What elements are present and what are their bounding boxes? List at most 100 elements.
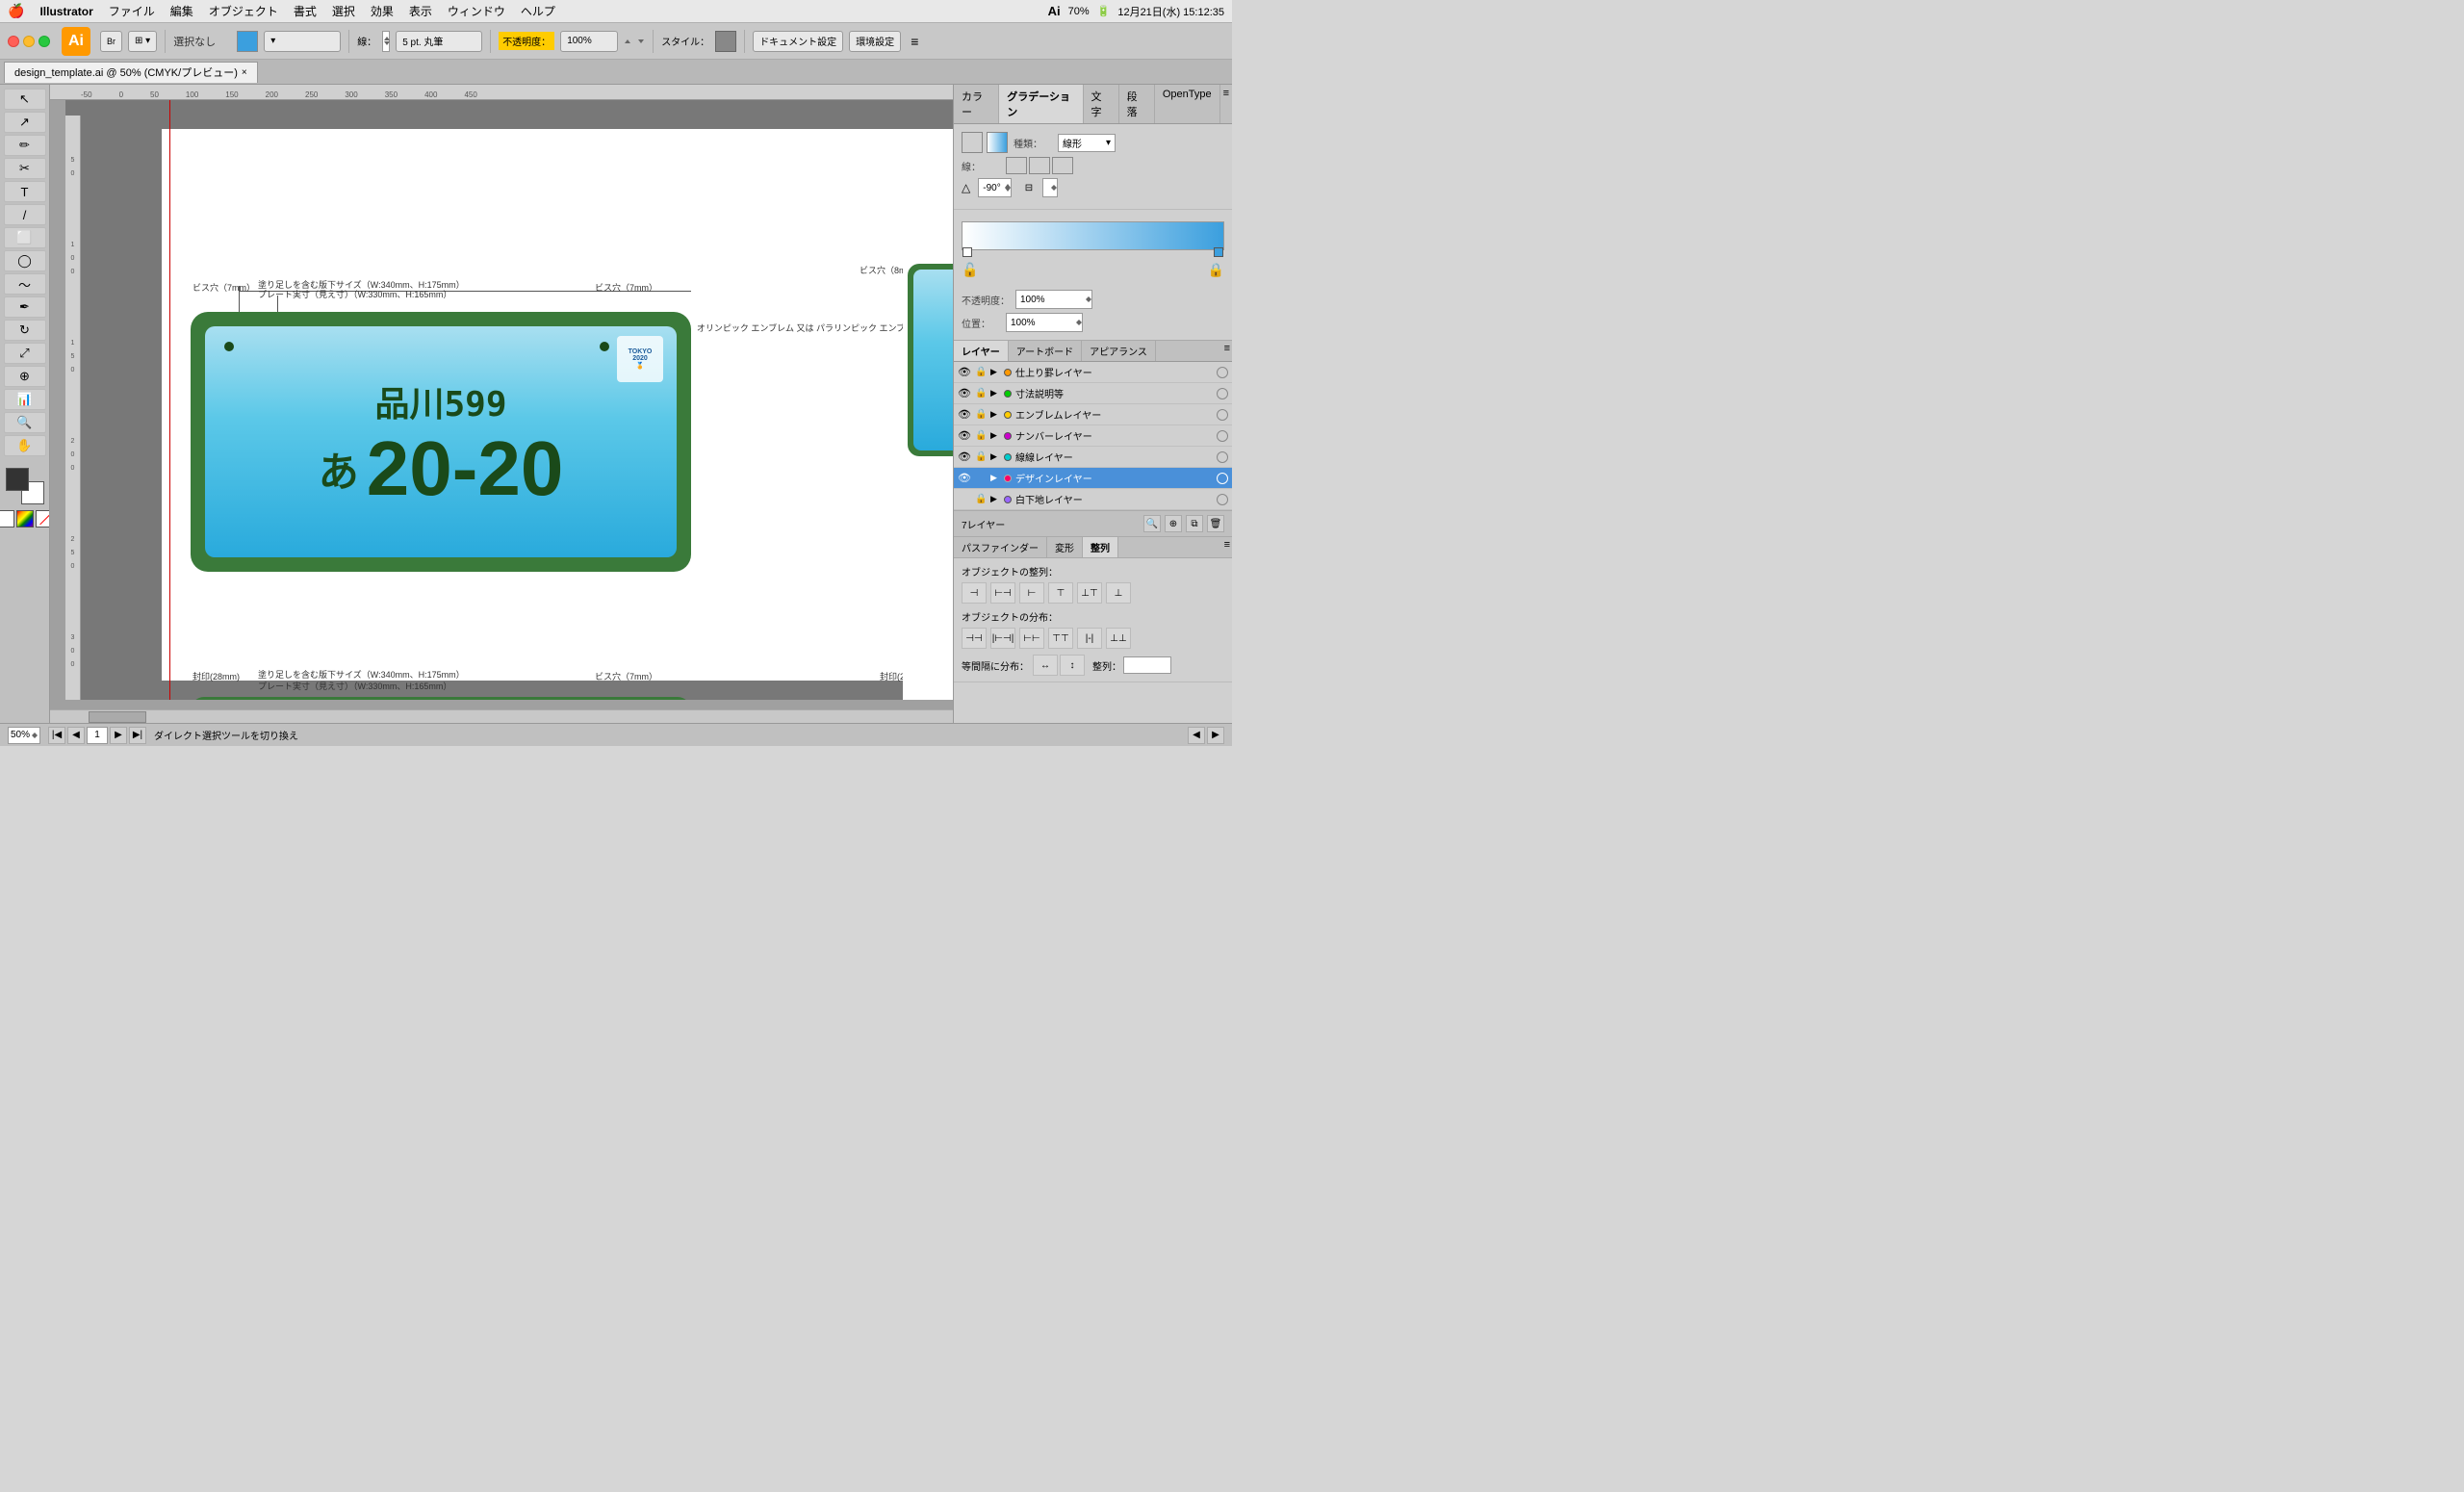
layer-vis-5[interactable]: 👁: [958, 472, 971, 485]
gradient-type-icon1[interactable]: [962, 132, 983, 153]
type-tool[interactable]: T: [4, 181, 46, 202]
gradient-type-select[interactable]: 線形 ▾: [1058, 134, 1116, 152]
document-tab[interactable]: design_template.ai @ 50% (CMYK/プレビュー) ×: [4, 62, 258, 83]
layer-item-2[interactable]: 👁 🔒 ▶ エンブレムレイヤー: [954, 404, 1232, 425]
tab-gradient[interactable]: グラデーション: [999, 85, 1083, 123]
stroke-style-btn[interactable]: 5 pt. 丸筆: [396, 31, 482, 52]
layers-tab-appearance[interactable]: アピアランス: [1082, 341, 1156, 361]
first-page-btn[interactable]: |◀: [48, 727, 65, 744]
layer-target-6[interactable]: [1217, 494, 1228, 505]
layer-lock-2[interactable]: 🔒: [975, 409, 987, 420]
dist-left-btn[interactable]: ⊣⊣: [962, 628, 987, 649]
workspace-button[interactable]: ⊞ ▾: [128, 31, 157, 52]
dist-top-btn[interactable]: ⊤⊤: [1048, 628, 1073, 649]
opacity-down[interactable]: [638, 39, 644, 43]
tab-close-btn[interactable]: ×: [242, 67, 247, 78]
align-center-h-btn[interactable]: ⊢⊣: [990, 582, 1015, 604]
menu-file[interactable]: ファイル: [109, 3, 155, 19]
align-tab[interactable]: 整列: [1083, 537, 1118, 557]
layer-expand-3[interactable]: ▶: [990, 430, 1000, 441]
settings-icon[interactable]: ≡: [911, 34, 918, 49]
opacity-up[interactable]: [625, 39, 630, 43]
layer-target-1[interactable]: [1217, 388, 1228, 399]
selection-tool[interactable]: ↖: [4, 89, 46, 110]
layer-expand-6[interactable]: ▶: [990, 494, 1000, 504]
layer-vis-2[interactable]: 👁: [958, 408, 971, 422]
layer-vis-3[interactable]: 👁: [958, 429, 971, 443]
zoom-tool[interactable]: 🔍: [4, 412, 46, 433]
ellipse-tool[interactable]: ◯: [4, 250, 46, 271]
stroke-spinner[interactable]: [383, 32, 389, 51]
maximize-button[interactable]: [38, 36, 50, 47]
menu-select[interactable]: 選択: [332, 3, 355, 19]
menu-edit[interactable]: 編集: [170, 3, 193, 19]
bridge-button[interactable]: Br: [100, 31, 122, 52]
layer-delete-btn[interactable]: 🗑: [1207, 515, 1224, 532]
layer-lock-4[interactable]: 🔒: [975, 451, 987, 462]
align-center-v-btn[interactable]: ⊥⊤: [1077, 582, 1102, 604]
stroke-mode-1[interactable]: [1006, 157, 1027, 174]
canvas-content[interactable]: 50 100 150 200 250 300 350 400: [65, 100, 953, 700]
gradient-stop-right[interactable]: [1214, 247, 1223, 257]
layer-lock-1[interactable]: 🔒: [975, 388, 987, 399]
layer-item-5[interactable]: 👁 ▶ デザインレイヤー: [954, 468, 1232, 489]
opacity-spinner[interactable]: [1086, 296, 1091, 302]
none-color-btn[interactable]: [0, 510, 14, 527]
layer-expand-2[interactable]: ▶: [990, 409, 1000, 420]
menu-view[interactable]: 表示: [409, 3, 432, 19]
menu-window[interactable]: ウィンドウ: [448, 3, 505, 19]
zoom-spinner[interactable]: [32, 733, 38, 738]
horizontal-scrollbar[interactable]: [50, 709, 953, 723]
layer-expand-4[interactable]: ▶: [990, 451, 1000, 462]
layer-item-0[interactable]: 👁 🔒 ▶ 仕上り罫レイヤー: [954, 362, 1232, 383]
angle-spinner[interactable]: [1005, 184, 1011, 192]
style-swatch[interactable]: [715, 31, 736, 52]
scrollbar-thumb[interactable]: [89, 711, 146, 723]
close-button[interactable]: [8, 36, 19, 47]
gradient-stop-left[interactable]: [962, 247, 972, 257]
layer-expand-5[interactable]: ▶: [990, 473, 1000, 483]
scissors-tool[interactable]: ✂: [4, 158, 46, 179]
layer-expand-1[interactable]: ▶: [990, 388, 1000, 399]
panel-menu-btn[interactable]: ≡: [1220, 85, 1232, 123]
menu-help[interactable]: ヘルプ: [521, 3, 555, 19]
gradient-type-icon2[interactable]: [987, 132, 1008, 153]
chart-tool[interactable]: 📊: [4, 389, 46, 410]
layer-target-3[interactable]: [1217, 430, 1228, 442]
align-top-btn[interactable]: ⊤: [1048, 582, 1073, 604]
page-number[interactable]: 1: [87, 727, 108, 744]
layer-item-4[interactable]: 👁 🔒 ▶ 線線レイヤー: [954, 447, 1232, 468]
minimize-button[interactable]: [23, 36, 35, 47]
rectangle-tool[interactable]: ⬜: [4, 227, 46, 248]
fill-color-swatch[interactable]: [237, 31, 258, 52]
pencil-tool[interactable]: ✒: [4, 296, 46, 318]
line-tool[interactable]: /: [4, 204, 46, 225]
align-right-btn[interactable]: ⊢: [1019, 582, 1044, 604]
layers-panel-menu[interactable]: ≡: [1222, 341, 1232, 361]
layer-vis-1[interactable]: 👁: [958, 387, 971, 400]
layer-duplicate-btn[interactable]: ⧉: [1186, 515, 1203, 532]
fill-dropdown[interactable]: ▾: [264, 31, 341, 52]
layer-add-btn[interactable]: ⊕: [1165, 515, 1182, 532]
tab-character[interactable]: 文字: [1084, 85, 1119, 123]
layer-target-0[interactable]: [1217, 367, 1228, 378]
layer-item-6[interactable]: 🔒 ▶ 白下地レイヤー: [954, 489, 1232, 510]
gradient-preview[interactable]: [962, 221, 1224, 250]
pathfinder-tab[interactable]: パスファインダー: [954, 537, 1047, 557]
tab-paragraph[interactable]: 段落: [1119, 85, 1155, 123]
layer-vis-4[interactable]: 👁: [958, 450, 971, 464]
pen-tool[interactable]: ✏: [4, 135, 46, 156]
rotate-tool[interactable]: ↻: [4, 320, 46, 341]
scale-tool[interactable]: ⤢: [4, 343, 46, 364]
layer-target-5[interactable]: [1217, 473, 1228, 484]
align-to-input[interactable]: [1123, 656, 1171, 674]
layer-item-1[interactable]: 👁 🔒 ▶ 寸法説明等: [954, 383, 1232, 404]
status-right-btn1[interactable]: ◀: [1188, 727, 1205, 744]
transform-tab[interactable]: 変形: [1047, 537, 1083, 557]
hand-tool[interactable]: ✋: [4, 435, 46, 456]
dist-center-v-btn[interactable]: |-|: [1077, 628, 1102, 649]
doc-settings-btn[interactable]: ドキュメント設定: [753, 31, 843, 52]
stroke-mode-3[interactable]: [1052, 157, 1073, 174]
last-page-btn[interactable]: ▶|: [129, 727, 146, 744]
layer-vis-0[interactable]: 👁: [958, 366, 971, 379]
